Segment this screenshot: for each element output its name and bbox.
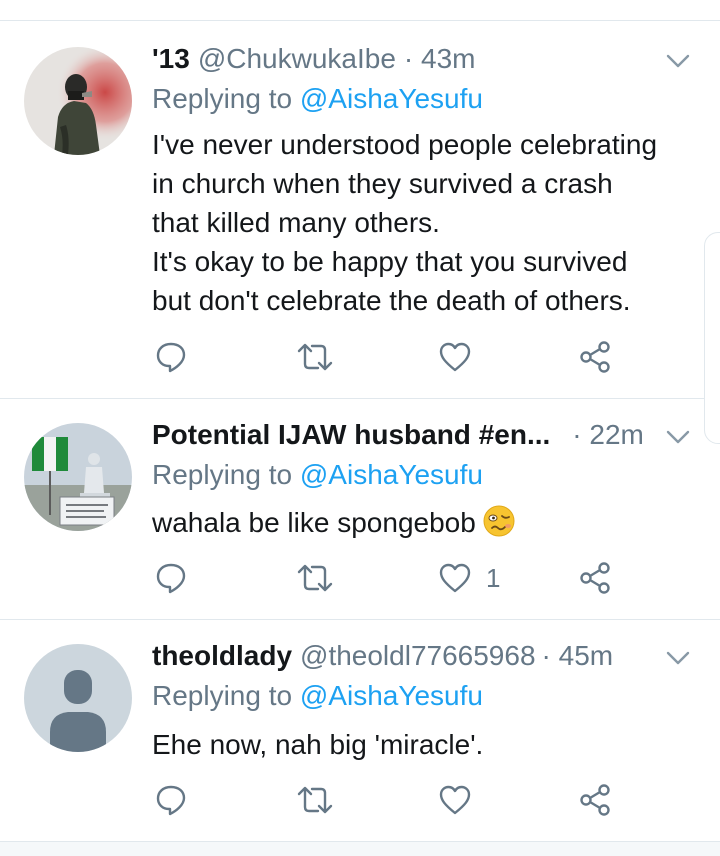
bottom-edge (0, 841, 720, 856)
display-name[interactable]: '13 (152, 43, 190, 75)
like-button[interactable] (438, 780, 486, 820)
tweet-text-line: that killed many others. (152, 207, 440, 238)
heart-icon (439, 785, 471, 815)
tweet-actions (152, 780, 622, 820)
handle[interactable]: @ChukwukaIbe (198, 43, 396, 75)
replying-prefix: Replying to (152, 459, 293, 490)
retweet-button[interactable] (296, 558, 334, 598)
retweet-icon (297, 564, 333, 592)
reply-button[interactable] (154, 780, 188, 820)
avatar[interactable] (24, 423, 132, 531)
replying-to-mention[interactable]: @AishaYesufu (300, 459, 483, 490)
tweet-text-line: in church when they survived a crash (152, 168, 613, 199)
avatar[interactable] (24, 644, 132, 752)
chevron-down-icon[interactable] (664, 644, 692, 672)
tweet-header: '13 @ChukwukaIbe · 43m (152, 39, 690, 79)
tweet-text-content: wahala be like spongebob (152, 507, 476, 538)
tweet-text: wahala be like spongebob (152, 503, 700, 548)
chevron-down-icon[interactable] (664, 47, 692, 75)
timestamp: · 22m (572, 419, 644, 450)
handle[interactable]: @theoldl77665968 (300, 640, 536, 672)
reply-button[interactable] (154, 558, 188, 598)
like-button[interactable] (438, 337, 486, 377)
tweet-text-line: I've never understood people celebrating (152, 129, 658, 160)
share-button[interactable] (578, 558, 612, 598)
reply-icon (156, 563, 186, 594)
like-count: 1 (486, 562, 501, 593)
flag-and-statue-avatar (24, 423, 132, 531)
replying-to-mention[interactable]: @AishaYesufu (300, 83, 483, 114)
retweet-button[interactable] (296, 780, 334, 820)
tweet-text-line: but don't celebrate the death of others. (152, 285, 631, 316)
share-button[interactable] (578, 337, 612, 377)
display-name[interactable]: Potential IJAW husband #en... (152, 419, 550, 451)
replying-to: Replying to @AishaYesufu (152, 459, 483, 491)
tweet[interactable]: Potential IJAW husband #en... · 22m Repl… (0, 399, 720, 620)
tweet[interactable]: theoldlady @theoldl77665968 · 45m Replyi… (0, 620, 720, 840)
avatar[interactable] (24, 47, 132, 155)
replying-to: Replying to @AishaYesufu (152, 680, 483, 712)
replying-to: Replying to @AishaYesufu (152, 83, 483, 115)
retweet-icon (297, 343, 333, 371)
woozy-face-emoji (482, 504, 516, 548)
heart-icon (439, 342, 471, 372)
tweet-actions: 1 (152, 558, 622, 598)
tweet-text: I've never understood people celebrating… (152, 125, 700, 320)
tweet-header: theoldlady @theoldl77665968 · 45m (152, 636, 690, 676)
display-name[interactable]: theoldlady (152, 640, 292, 672)
tweet-text: Ehe now, nah big 'miracle'. (152, 725, 700, 764)
reply-icon (156, 785, 186, 816)
share-icon (580, 341, 610, 373)
replying-to-mention[interactable]: @AishaYesufu (300, 680, 483, 711)
retweet-button[interactable] (296, 337, 334, 377)
timestamp: · 45m (541, 640, 614, 671)
like-button[interactable]: 1 (438, 558, 500, 598)
heart-icon (439, 563, 471, 593)
side-handle[interactable] (704, 232, 720, 444)
tweet-actions (152, 337, 622, 377)
replying-prefix: Replying to (152, 680, 293, 711)
person-with-red-smoke-avatar (24, 47, 132, 155)
share-icon (580, 784, 610, 816)
tweet-text-line: It's okay to be happy that you survived (152, 246, 628, 277)
tweet-text-line: wahala be like spongebob (152, 503, 700, 548)
replying-prefix: Replying to (152, 83, 293, 114)
tweet[interactable]: '13 @ChukwukaIbe · 43m Replying to @Aish… (0, 21, 720, 399)
timestamp: · 43m (403, 43, 476, 74)
chevron-down-icon[interactable] (664, 423, 692, 451)
tweet-text-line: Ehe now, nah big 'miracle'. (152, 729, 484, 760)
reply-icon (156, 342, 186, 373)
retweet-icon (297, 786, 333, 814)
tweet-header: Potential IJAW husband #en... · 22m (152, 415, 646, 455)
reply-button[interactable] (154, 337, 188, 377)
default-profile-avatar (24, 644, 132, 752)
share-icon (580, 562, 610, 594)
share-button[interactable] (578, 780, 612, 820)
